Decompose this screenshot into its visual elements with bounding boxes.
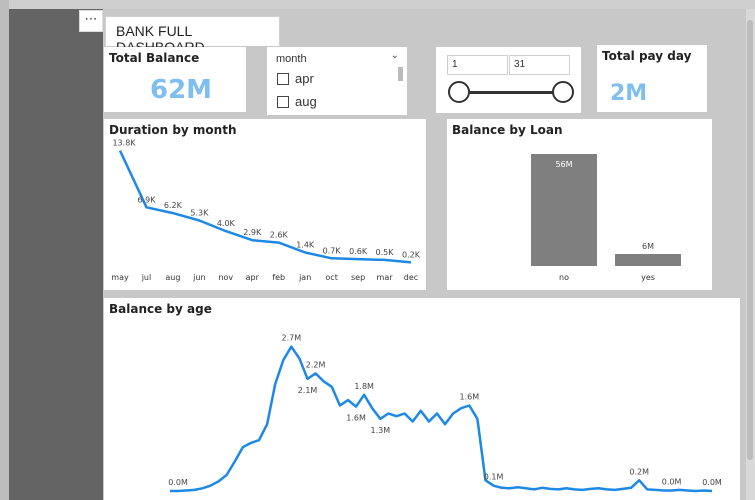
- checkbox[interactable]: [277, 72, 289, 85]
- month-slicer-header: month: [276, 53, 307, 65]
- loan-bar-chart: 56M no 6M yes: [531, 154, 681, 282]
- day-range-slider[interactable]: 1 31: [436, 47, 581, 113]
- data-label: 0.0M: [702, 478, 722, 487]
- total-pay-day-card[interactable]: Total pay day 2M: [597, 45, 707, 112]
- total-pay-day-title: Total pay day: [602, 49, 692, 63]
- data-label: 0.6K: [349, 247, 368, 256]
- balance-by-age-card[interactable]: Balance by age 0.0M 2.7M 2.1M 2.2M 1.6M 1.8M 1…: [104, 298, 740, 500]
- filters-pane[interactable]: [9, 9, 103, 500]
- age-line-chart: 0.0M 2.7M 2.1M 2.2M 1.6M 1.8M 1.3M 1.6M 0.1M 0.2M…: [168, 334, 722, 493]
- total-balance-value: 62M: [150, 75, 213, 105]
- data-label: 13.8K: [112, 139, 136, 148]
- data-label: 0.0M: [662, 477, 682, 486]
- data-label: 2.1M: [298, 386, 318, 395]
- month-option-aug[interactable]: aug: [277, 94, 317, 109]
- tick-label: jul: [141, 273, 152, 282]
- data-label: 2.6K: [270, 231, 289, 240]
- range-min-input[interactable]: 1: [447, 55, 508, 75]
- data-label: 6.9K: [137, 195, 156, 204]
- tick-label: no: [559, 273, 569, 282]
- range-max-input[interactable]: 31: [509, 55, 570, 75]
- tick-label: nov: [218, 273, 233, 282]
- tick-label: apr: [246, 273, 260, 282]
- report-title: BANK FULL DASHBOARD: [105, 16, 280, 55]
- tick-label: oct: [325, 273, 337, 282]
- data-label: 1.8M: [354, 382, 374, 391]
- data-label: 1.3M: [371, 426, 391, 435]
- slicer-scrollbar[interactable]: [398, 67, 403, 81]
- data-label: 1.4K: [296, 241, 315, 250]
- data-label: 0.2M: [629, 467, 649, 476]
- data-label: 6M: [642, 242, 654, 251]
- option-label: aug: [295, 94, 317, 109]
- data-label: 1.6M: [460, 392, 480, 401]
- bar: [531, 154, 597, 266]
- tick-label: aug: [165, 273, 180, 282]
- slider-min-handle[interactable]: [448, 81, 470, 103]
- duration-by-month-card[interactable]: Duration by month 13.8K may 6.9K jul 6.2K aug…: [104, 119, 426, 290]
- data-label: 4.0K: [217, 219, 236, 228]
- slider-max-handle[interactable]: [552, 81, 574, 103]
- tick-label: dec: [404, 273, 418, 282]
- slider-rail: [458, 91, 554, 94]
- data-label: 2.2M: [306, 360, 326, 369]
- tick-label: jun: [192, 273, 205, 282]
- data-label: 2.9K: [243, 228, 262, 237]
- data-label: 56M: [555, 160, 572, 169]
- data-label: 6.2K: [164, 201, 183, 210]
- month-option-apr[interactable]: apr: [277, 71, 314, 86]
- scrollbar-thumb[interactable]: [747, 20, 753, 460]
- total-balance-card[interactable]: Total Balance 62M: [104, 47, 246, 112]
- chevron-down-icon[interactable]: ⌄: [391, 50, 399, 61]
- tick-label: feb: [272, 273, 285, 282]
- data-label: 0.2K: [402, 250, 421, 259]
- month-slicer[interactable]: month ⌄ apr aug: [267, 47, 407, 115]
- duration-line-chart: 13.8K may 6.9K jul 6.2K aug 5.3K jun 4.0K nov 2.9K…: [111, 139, 421, 282]
- data-label: 0.5K: [376, 248, 395, 257]
- data-label: 0.1M: [484, 473, 504, 482]
- total-pay-day-value: 2M: [610, 81, 648, 106]
- data-label: 1.6M: [346, 414, 366, 423]
- data-label: 0.0M: [168, 478, 188, 487]
- top-strip: [0, 0, 755, 9]
- tick-label: jan: [298, 273, 311, 282]
- more-options-icon[interactable]: ⋯: [79, 10, 103, 32]
- tick-label: may: [111, 273, 129, 282]
- option-label: apr: [295, 71, 314, 86]
- balance-by-loan-card[interactable]: Balance by Loan 56M no 6M yes: [447, 119, 712, 290]
- data-label: 2.7M: [282, 334, 302, 343]
- data-label: 0.7K: [323, 246, 342, 255]
- total-balance-title: Total Balance: [109, 51, 200, 65]
- checkbox[interactable]: [277, 95, 289, 108]
- left-strip: [0, 0, 9, 500]
- tick-label: sep: [351, 273, 365, 282]
- tick-label: mar: [377, 273, 394, 282]
- data-label: 5.3K: [190, 208, 209, 217]
- tick-label: yes: [641, 273, 655, 282]
- bar: [615, 254, 681, 266]
